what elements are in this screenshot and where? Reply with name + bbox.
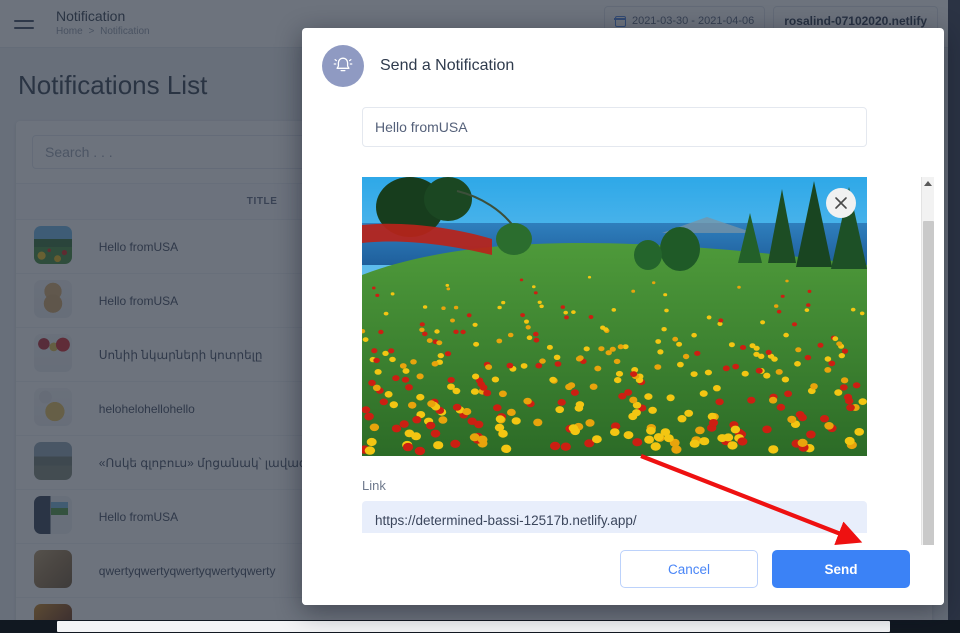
dialog-vertical-scrollbar[interactable] xyxy=(921,177,934,545)
dialog-body: Link https://determined-bassi-12517b.net… xyxy=(302,101,944,545)
dialog-scroll-content: Link https://determined-bassi-12517b.net… xyxy=(362,101,910,539)
dialog-header: Send a Notification xyxy=(302,28,944,101)
close-icon[interactable] xyxy=(826,188,856,218)
link-label: Link xyxy=(362,478,386,493)
dialog-footer: Cancel Send xyxy=(302,533,944,605)
window-vertical-scrollbar[interactable] xyxy=(948,0,960,620)
scroll-thumb[interactable] xyxy=(923,221,934,545)
send-button[interactable]: Send xyxy=(772,550,910,588)
window-horizontal-scrollbar[interactable] xyxy=(0,620,960,633)
scroll-track[interactable] xyxy=(922,190,934,545)
bell-ringing-icon xyxy=(322,45,364,87)
horizontal-scroll-thumb[interactable] xyxy=(57,621,890,632)
send-notification-dialog: Send a Notification Hello fromUSA Link h… xyxy=(302,28,944,605)
cancel-button[interactable]: Cancel xyxy=(620,550,758,588)
dialog-title: Send a Notification xyxy=(380,57,515,74)
tulip-field-photo xyxy=(362,177,867,456)
message-title-input[interactable] xyxy=(362,107,867,147)
scroll-up-arrow-icon[interactable] xyxy=(922,177,934,190)
link-value-text: https://determined-bassi-12517b.netlify.… xyxy=(375,512,637,528)
media-preview xyxy=(362,177,867,456)
